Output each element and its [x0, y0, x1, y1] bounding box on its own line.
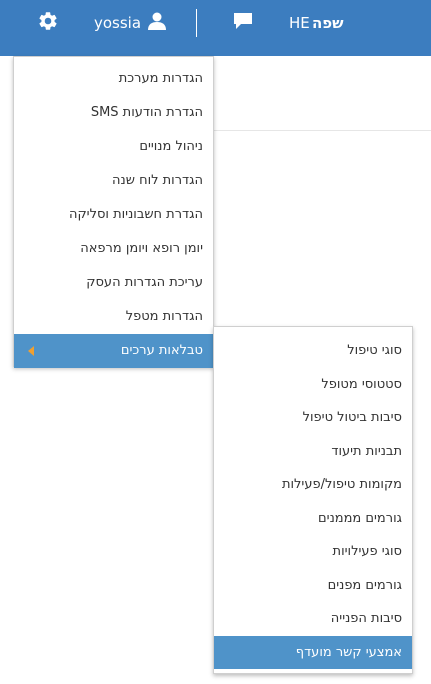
- menu-item-value-tables-label: טבלאות ערכים: [120, 343, 203, 358]
- menu-item-system-settings[interactable]: הגדרות מערכת: [14, 62, 213, 96]
- submenu-item-preferred-contact[interactable]: אמצעי קשר מועדף: [214, 635, 412, 669]
- submenu-item-cancellation-reasons[interactable]: סיבות ביטול טיפול: [214, 401, 412, 435]
- menu-item-value-tables[interactable]: טבלאות ערכים: [14, 334, 213, 368]
- gear-icon[interactable]: [37, 10, 59, 32]
- content-divider: [213, 130, 431, 131]
- submenu-item-referring-bodies[interactable]: גורמים מפנים: [214, 569, 412, 603]
- submenu-item-funding-bodies[interactable]: גורמים מממנים: [214, 502, 412, 536]
- user-icon[interactable]: [147, 11, 167, 31]
- value-tables-submenu: סוגי טיפול סטטוסי מטופל סיבות ביטול טיפו…: [213, 326, 413, 674]
- submenu-item-documentation-templates[interactable]: תבניות תיעוד: [214, 435, 412, 469]
- language-label[interactable]: שפה: [312, 13, 344, 33]
- header-divider: [196, 9, 197, 37]
- username-label[interactable]: yossia: [94, 13, 141, 33]
- submenu-item-patient-statuses[interactable]: סטטוסי מטופל: [214, 368, 412, 402]
- submenu-caret-icon: [28, 346, 34, 356]
- chat-icon[interactable]: [233, 12, 253, 30]
- language-code[interactable]: HE: [289, 13, 310, 33]
- submenu-item-referral-reasons[interactable]: סיבות הפנייה: [214, 602, 412, 636]
- settings-menu: הגדרות מערכת הגדרת הודעות SMS ניהול מנוי…: [13, 56, 214, 368]
- menu-item-doctor-clinic-diary[interactable]: יומן רופא ויומן מרפאה: [14, 232, 213, 266]
- submenu-item-treatment-types[interactable]: סוגי טיפול: [214, 334, 412, 368]
- menu-item-calendar-settings[interactable]: הגדרות לוח שנה: [14, 164, 213, 198]
- submenu-item-treatment-locations[interactable]: מקומות טיפול/פעילות: [214, 468, 412, 502]
- submenu-item-activity-types[interactable]: סוגי פעילויות: [214, 535, 412, 569]
- menu-item-invoice-settings[interactable]: הגדרת חשבוניות וסליקה: [14, 198, 213, 232]
- top-navigation-bar: yossia HE שפה: [0, 0, 431, 56]
- menu-item-business-settings[interactable]: עריכת הגדרות העסק: [14, 266, 213, 300]
- menu-item-sms-settings[interactable]: הגדרת הודעות SMS: [14, 96, 213, 130]
- menu-item-subscriptions[interactable]: ניהול מנויים: [14, 130, 213, 164]
- menu-item-therapist-settings[interactable]: הגדרות מטפל: [14, 300, 213, 334]
